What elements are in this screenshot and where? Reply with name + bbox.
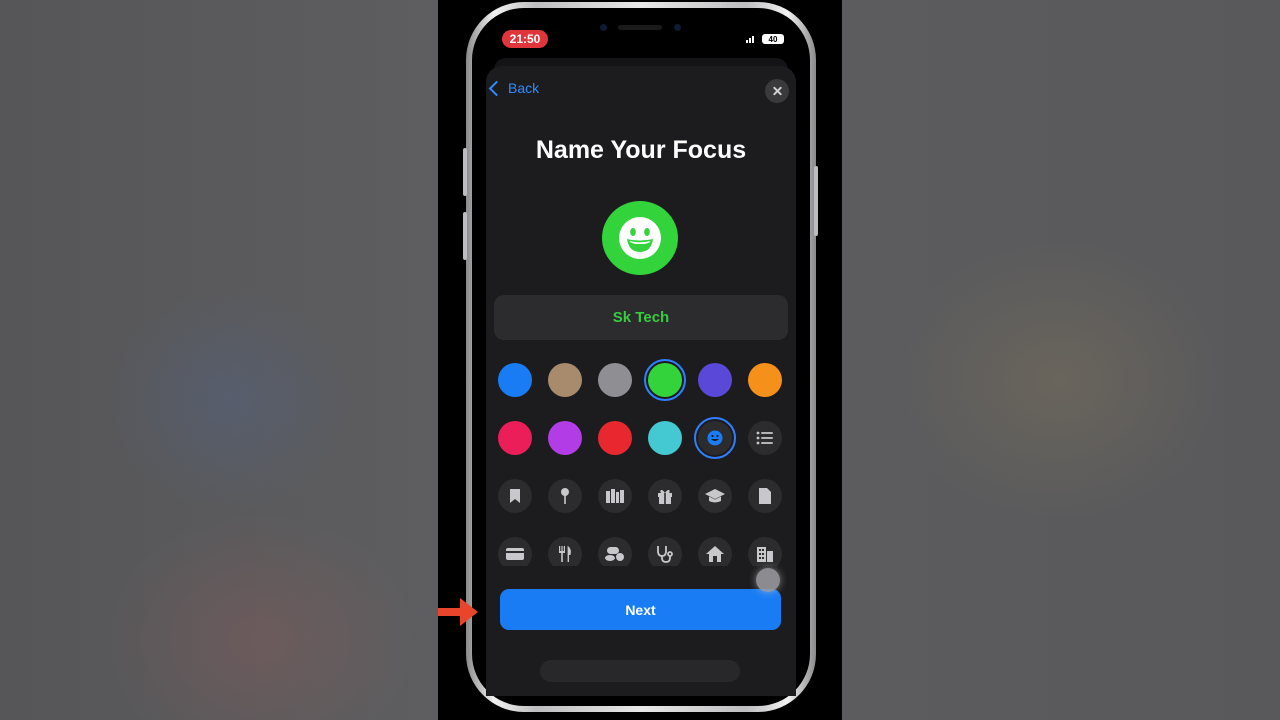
house-icon [706,546,724,562]
close-button[interactable] [765,79,789,103]
list-icon [756,431,773,445]
fork-knife-icon [559,546,571,562]
stethoscope-icon [657,546,673,563]
color-swatch-purple[interactable] [548,421,582,455]
gift-icon [658,489,672,504]
graduation-cap-icon [705,489,725,503]
speaker [618,25,662,30]
annotation-arrow-icon [438,598,478,626]
chevron-left-icon [488,80,505,96]
color-swatch-blue[interactable] [498,363,532,397]
page-title: Name Your Focus [535,136,747,164]
pills-icon [605,547,624,561]
books-icon [606,489,624,503]
glyph-list[interactable] [748,421,782,455]
color-swatch-red[interactable] [598,421,632,455]
credit-card-icon [506,548,524,560]
back-button[interactable]: Back [487,80,539,96]
pin-icon [561,488,569,504]
document-icon [759,488,771,504]
glyph-books[interactable] [598,479,632,513]
battery-icon: 40 [762,34,784,44]
volume-up-button [463,148,467,196]
bookmark-icon [510,489,520,503]
smiley-face-icon [707,430,723,446]
focus-name-input[interactable]: Sk Tech [494,295,788,340]
status-time: 21:50 [502,30,548,48]
building-icon [757,547,773,562]
color-swatch-indigo[interactable] [698,363,732,397]
glyph-document[interactable] [748,479,782,513]
color-swatch-green[interactable] [648,363,682,397]
color-swatch-pink[interactable] [498,421,532,455]
dynamic-island [580,16,700,44]
color-swatch-teal[interactable] [648,421,682,455]
focus-icon-preview [602,201,678,275]
touch-indicator [756,568,780,592]
back-label: Back [508,80,540,96]
status-indicators: 40 [746,34,784,44]
next-button[interactable]: Next [500,589,781,630]
glyph-gift[interactable] [648,479,682,513]
smiley-face-icon [619,217,661,259]
power-button [814,166,818,236]
glyph-smiley[interactable] [698,421,732,455]
color-swatch-gray[interactable] [598,363,632,397]
signal-icon [746,35,758,43]
home-area [540,660,740,682]
camera-icon [600,24,607,31]
glyph-graduation[interactable] [698,479,732,513]
volume-down-button [463,212,467,260]
glyph-bookmark[interactable] [498,479,532,513]
color-swatch-orange[interactable] [748,363,782,397]
sensor-icon [674,24,681,31]
glyph-pin[interactable] [548,479,582,513]
color-swatch-brown[interactable] [548,363,582,397]
